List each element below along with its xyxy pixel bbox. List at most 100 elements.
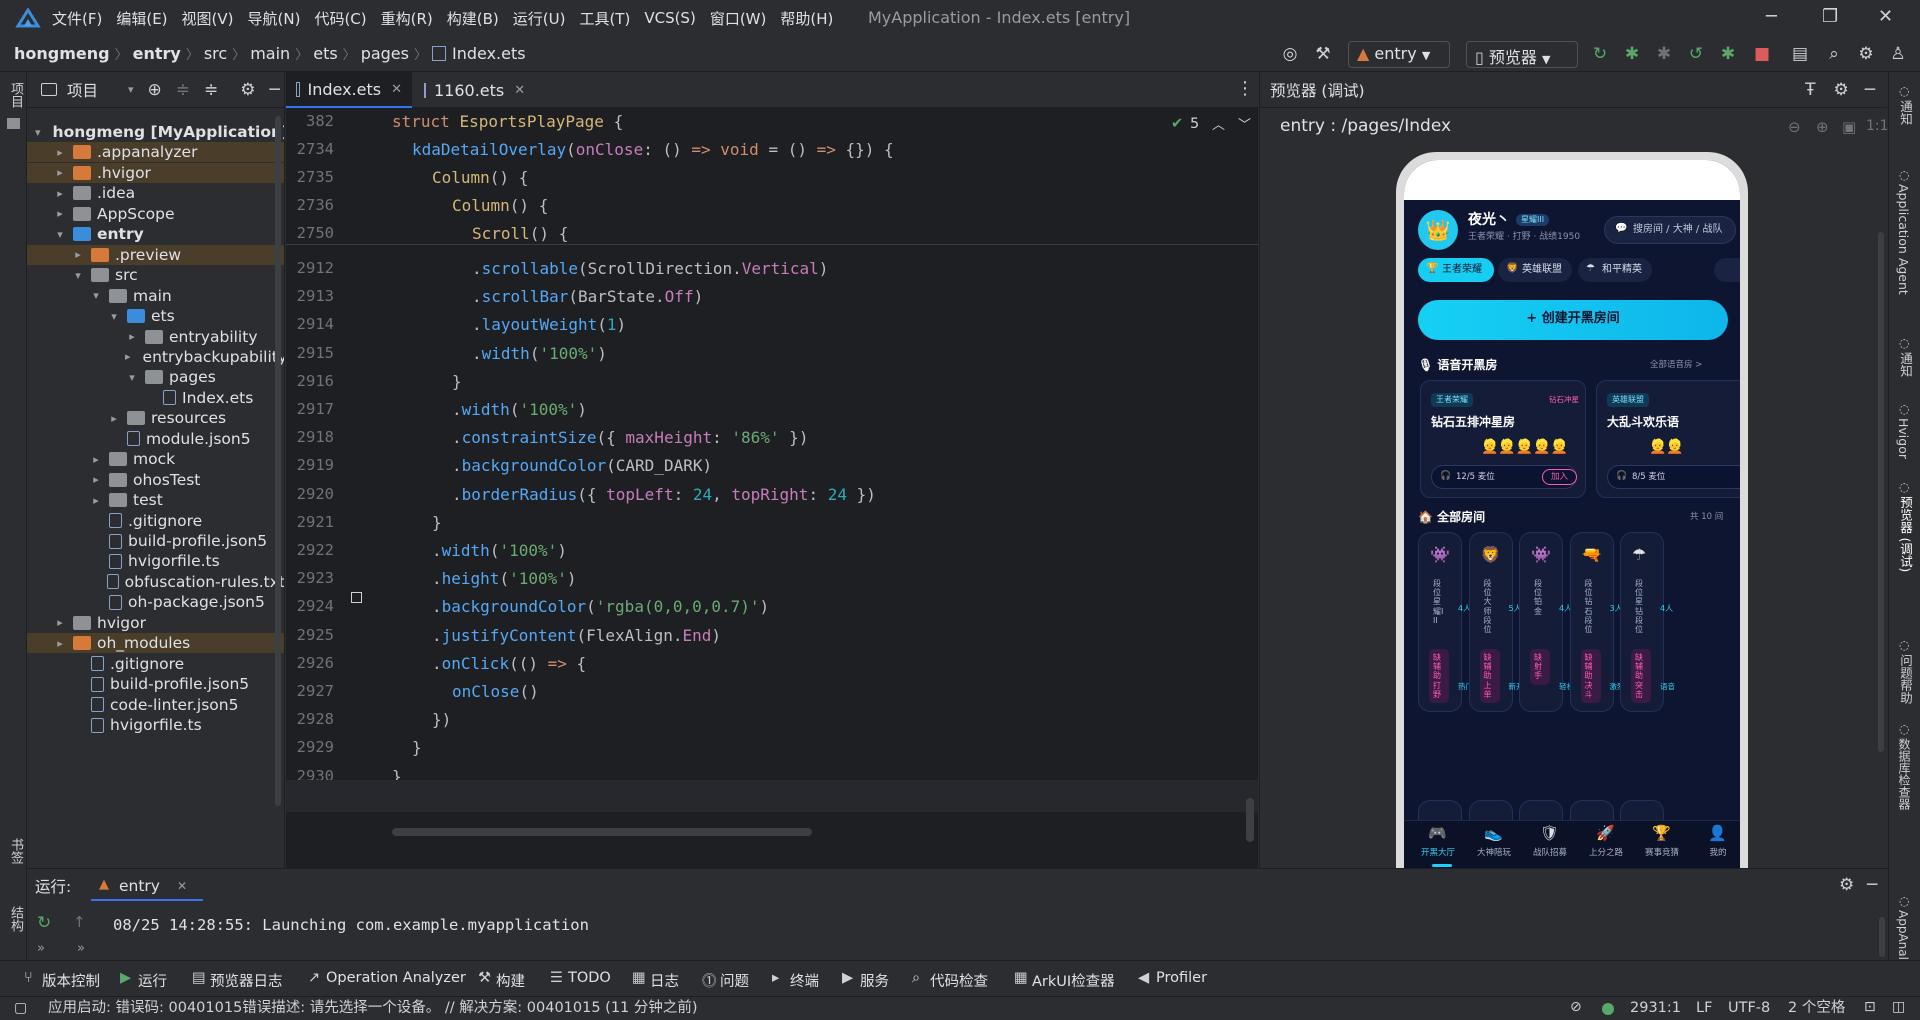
bottom-tool-2[interactable]: 预览器日志 [210,970,283,991]
more-icon-2[interactable]: » [77,941,85,957]
menu-item[interactable]: 导航(N) [248,8,301,29]
collapse-all-icon[interactable]: ≑ [204,80,218,100]
menu-item[interactable]: VCS(S) [644,9,695,27]
target-icon[interactable]: ◎ [1280,44,1300,64]
reload-icon[interactable]: ↺ [1686,44,1706,64]
chevron-right-icon[interactable]: ▸ [53,166,67,179]
menu-item[interactable]: 视图(V) [182,8,234,29]
tree-item[interactable]: ▸ .appanalyzer [27,142,284,163]
bottom-nav-item[interactable]: 🎮 开黑大厅 [1412,824,1464,864]
game-chip[interactable]: ☂ 和平精英 [1578,258,1652,282]
tree-item[interactable]: build-profile.json5 [27,674,284,694]
settings-icon[interactable]: ⚙ [240,80,255,100]
chevron-down-icon[interactable]: ▾ [125,371,139,384]
cursor-position[interactable]: 2931:1 [1630,1000,1681,1017]
chevron-down-icon[interactable]: ▾ [53,228,67,241]
tree-item[interactable]: ▸ oh_modules [27,633,284,654]
code-line[interactable]: } [412,734,422,761]
code-line[interactable]: onClose() [452,678,539,705]
lock-icon[interactable]: ⊡ [1864,999,1876,1016]
file-encoding[interactable]: UTF-8 [1728,1000,1770,1017]
close-tab-icon[interactable]: ✕ [391,82,402,97]
code-line[interactable]: }) [432,706,451,733]
bottom-tool-0[interactable]: 版本控制 [42,970,100,991]
text-size-icon[interactable]: Ŧ [1805,80,1815,100]
game-chip[interactable]: 🦁 英雄联盟 [1498,258,1572,282]
right-tool-button[interactable]: Hvigor [1896,418,1911,459]
more-icon[interactable]: » [37,941,45,957]
right-tool-button[interactable]: AppAnaly [1896,910,1910,967]
tree-item[interactable]: ▸ resources [27,408,284,428]
tree-item[interactable]: ▸ test [27,490,284,510]
code-line[interactable]: .scrollBar(BarState.Off) [472,283,703,310]
bottom-nav-item[interactable]: 👤 我的 [1692,824,1740,864]
rerun-icon[interactable]: ↻ [37,913,51,933]
preview-scrollbar[interactable] [1878,232,1884,752]
hammer-icon[interactable]: ⚒ [1313,44,1333,64]
run-scrollbar[interactable] [1879,917,1885,957]
tree-item[interactable]: ▸ AppScope [27,204,284,224]
create-room-button[interactable]: + 创建开黑房间 [1418,300,1728,340]
status-panel-icon[interactable]: ▢ [14,1000,27,1017]
code-line[interactable]: .backgroundColor('rgba(0,0,0,0.7)') [432,593,769,620]
more-tabs-icon[interactable]: ⋮ [1236,78,1254,99]
tree-item[interactable]: ▸ ohosTest [27,470,284,490]
bottom-tool-4[interactable]: 构建 [496,970,525,991]
chevron-down-icon[interactable]: ﹀ [1238,114,1251,133]
right-tool-button[interactable]: 通知 [1896,352,1915,377]
tree-item[interactable]: ▸ entrybackupability [27,347,284,367]
chevron-down-icon[interactable]: ▾ [71,269,85,282]
code-line[interactable]: Column() { [432,164,528,191]
code-line[interactable]: } [452,368,462,395]
breadcrumb-item[interactable]: pages [361,44,409,63]
chevron-right-icon[interactable]: ▸ [125,330,139,343]
notification-icon[interactable]: ◫ [1892,999,1905,1016]
tree-item[interactable]: ▸ .idea [27,183,284,203]
code-line[interactable]: .width('100%') [452,396,587,423]
breadcrumb-item[interactable]: ets [313,44,337,63]
code-line[interactable]: struct EsportsPlayPage { [392,108,623,135]
right-tool-button[interactable]: 数据库检查器 [1896,738,1913,810]
bookmarks-tool-button[interactable]: 书签 [6,838,25,864]
bottom-tool-11[interactable]: ArkUI检查器 [1032,970,1115,991]
chevron-down-icon[interactable]: ▾ [128,83,134,96]
code-line[interactable]: .constraintSize({ maxHeight: '86%' }) [452,424,808,451]
tab-index-ets[interactable]: Index.ets ✕ [286,72,412,108]
vertical-scrollbar[interactable] [1246,798,1254,842]
chevron-right-icon[interactable]: ▸ [53,187,67,200]
bottom-nav-item[interactable]: 🏆 赛事竞猜 [1636,824,1688,864]
code-line[interactable]: Column() { [452,192,548,219]
minimize-icon[interactable]: ─ [1766,6,1777,27]
tree-item[interactable]: ▸ hvigor [27,613,284,633]
voice-room-card[interactable]: 英雄联盟 大乱斗欢乐语 👱👱 🎧 8/5 麦位 [1596,380,1740,498]
restore-icon[interactable]: ❐ [1822,6,1838,27]
chevron-right-icon[interactable]: ▸ [53,637,67,650]
room-card[interactable]: 👾 段位铂金 缺射手 [1519,532,1563,712]
menu-item[interactable]: 窗口(W) [710,8,767,29]
code-line[interactable]: kdaDetailOverlay(onClose: () => void = (… [412,136,894,163]
menu-item[interactable]: 运行(U) [513,8,566,29]
zoom-out-icon[interactable]: ⊖ [1788,118,1801,136]
structure-tool-button[interactable]: 结构 [6,906,25,932]
hide-panel-icon[interactable]: ─ [1867,875,1877,895]
tree-item[interactable]: ▸ .hvigor [27,162,284,183]
chevron-down-icon[interactable]: ▾ [89,289,103,302]
chevron-down-icon[interactable]: ▾ [107,310,121,323]
right-tool-button[interactable]: 通知 [1896,100,1915,125]
sync-icon[interactable]: ⊘ [1570,999,1582,1016]
room-card[interactable]: 🔫 段位钻石段位 缺辅助决斗 [1569,532,1614,712]
chevron-up-icon[interactable]: ︿ [1212,114,1225,133]
chevron-right-icon[interactable]: ▸ [53,207,67,220]
tree-item[interactable]: hvigorfile.ts [27,551,284,571]
tree-item[interactable]: code-linter.json5 [27,695,284,715]
stop-icon[interactable]: ■ [1752,44,1772,64]
menu-item[interactable]: 构建(B) [447,8,499,29]
breadcrumb-item[interactable]: src [204,44,227,63]
menu-item[interactable]: 文件(F) [52,8,102,29]
code-line[interactable]: .width('100%') [432,537,567,564]
chevron-right-icon[interactable]: ▸ [89,473,103,486]
breadcrumb-item[interactable]: hongmeng [14,44,110,63]
up-arrow-icon[interactable]: ↑ [73,913,86,931]
breadcrumb-item[interactable]: main [250,44,290,63]
hide-panel-icon[interactable]: ─ [270,80,280,100]
